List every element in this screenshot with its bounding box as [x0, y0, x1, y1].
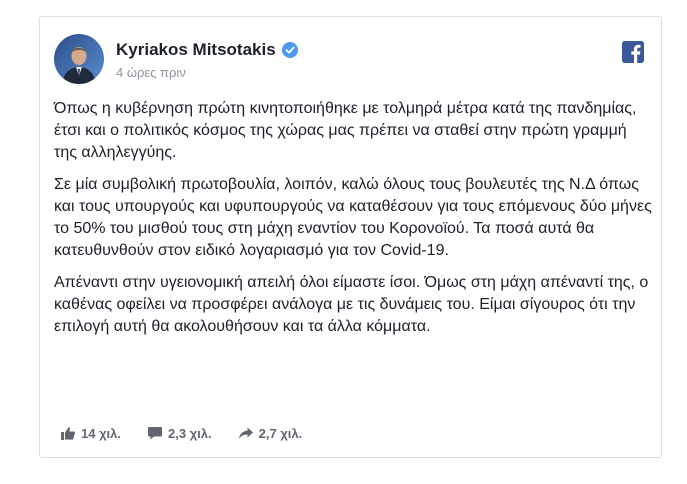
facebook-post-card: Kyriakos Mitsotakis 4 ώρες πριν Όπως η κ…	[39, 16, 662, 458]
share-count[interactable]: 2,7 χιλ.	[238, 425, 303, 441]
post-paragraph: Σε μία συμβολική πρωτοβουλία, λοιπόν, κα…	[54, 176, 652, 259]
verified-badge-icon	[281, 42, 298, 58]
share-count-text: 2,7 χιλ.	[258, 425, 303, 441]
comment-count[interactable]: 2,3 χιλ.	[147, 425, 212, 441]
post-timestamp[interactable]: 4 ώρες πριν	[116, 65, 186, 80]
comment-bubble-icon	[147, 425, 163, 441]
post-body: Όπως η κυβέρνηση πρώτη κινητοποιήθηκε με…	[54, 98, 654, 348]
comment-count-text: 2,3 χιλ.	[168, 425, 212, 441]
like-count[interactable]: 14 χιλ.	[60, 425, 121, 441]
post-paragraph: Όπως η κυβέρνηση πρώτη κινητοποιήθηκε με…	[54, 100, 637, 161]
thumbs-up-icon	[60, 425, 76, 441]
author-avatar[interactable]	[54, 34, 104, 84]
facebook-logo-icon[interactable]	[622, 41, 644, 63]
post-footer: 14 χιλ. 2,3 χιλ. 2,7 χιλ.	[60, 425, 302, 441]
post-paragraph: Απέναντι στην υγειονομική απειλή όλοι εί…	[54, 274, 649, 335]
author-name[interactable]: Kyriakos Mitsotakis	[116, 40, 276, 60]
author-name-row: Kyriakos Mitsotakis	[116, 40, 298, 60]
like-count-text: 14 χιλ.	[81, 425, 122, 441]
share-arrow-icon	[238, 425, 254, 441]
